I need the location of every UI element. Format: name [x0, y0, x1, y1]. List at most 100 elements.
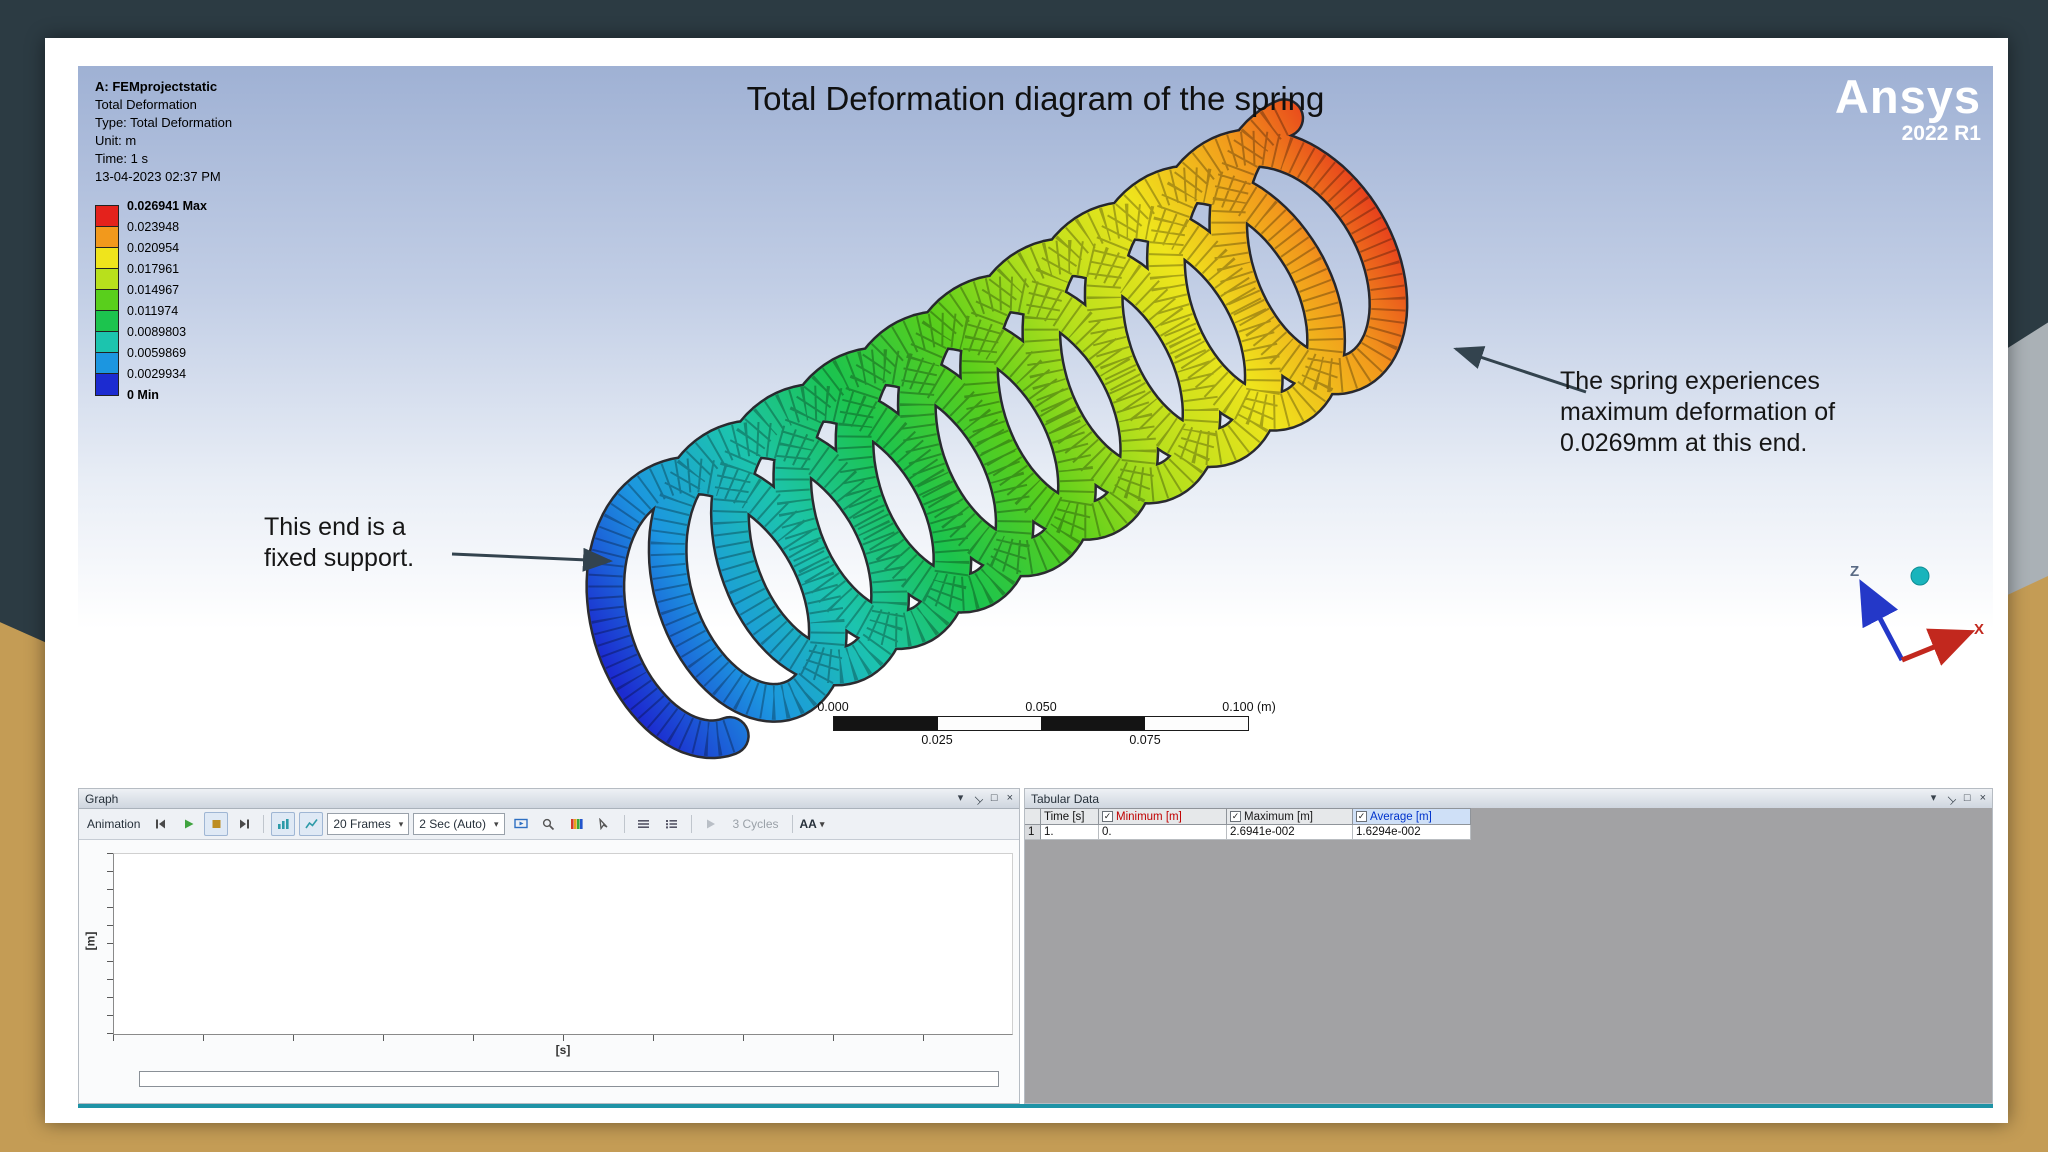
- skip-start-icon: [155, 819, 165, 829]
- analysis-name: A: FEMprojectstatic: [95, 79, 218, 94]
- slide: Total Deformation diagram of the spring …: [45, 38, 2008, 1123]
- toolbar-separator: [623, 815, 625, 833]
- close-icon[interactable]: ×: [1980, 793, 1986, 804]
- magnifier-icon: [542, 818, 555, 830]
- result-unit: Unit: m: [95, 133, 137, 148]
- stop-button[interactable]: [204, 812, 229, 836]
- table-row[interactable]: 1 1. 0. 2.6941e-002 1.6294e-002: [1025, 825, 1471, 840]
- contour-bands-button[interactable]: [565, 812, 589, 836]
- loop-button[interactable]: [699, 812, 723, 836]
- checkbox-checked-icon[interactable]: ✓: [1102, 811, 1113, 822]
- x-axis-arrow: [1901, 628, 1976, 666]
- scale-segment: [1041, 717, 1145, 730]
- index-header: [1025, 808, 1041, 825]
- animation-toolbar: Animation 20 Frames ▾ 2 Sec (Auto) ▾ 3 C…: [79, 809, 1019, 840]
- probe-icon: [599, 818, 608, 830]
- legend-band: [96, 332, 118, 353]
- bar-chart-icon: [277, 819, 289, 829]
- table-header-row: Time [s] ✓ Minimum [m] ✓ Maximum [m] ✓ A…: [1025, 808, 1471, 825]
- float-icon[interactable]: □: [991, 793, 998, 804]
- average-cell: 1.6294e-002: [1353, 825, 1471, 840]
- spring-contour-body: [587, 100, 1406, 757]
- skip-to-start-button[interactable]: [148, 812, 172, 836]
- time-cell: 1.: [1041, 825, 1099, 840]
- ansys-logo: Ansys 2022 R1: [1835, 72, 1981, 146]
- panel-menu-icon[interactable]: ▾: [1931, 793, 1937, 804]
- pin-icon[interactable]: ⊤: [1943, 791, 1958, 806]
- maximum-cell: 2.6941e-002: [1227, 825, 1353, 840]
- legend-band: [96, 227, 118, 248]
- play-button[interactable]: [176, 812, 200, 836]
- panel-menu-icon[interactable]: ▾: [958, 793, 964, 804]
- export-video-button[interactable]: [509, 812, 533, 836]
- orientation-triad[interactable]: Z X: [1810, 548, 1990, 683]
- toolbar-separator: [791, 815, 793, 833]
- legend-value: 0.020954: [127, 241, 180, 255]
- ansys-logo-text: Ansys: [1834, 70, 1981, 123]
- export-video-icon: [513, 818, 528, 829]
- line-chart-toggle[interactable]: [299, 812, 324, 836]
- ansys-release-label: 2022 R1: [1901, 122, 1981, 145]
- row-index-cell: 1: [1025, 825, 1041, 840]
- list-icon: [666, 820, 677, 829]
- duration-select[interactable]: 2 Sec (Auto) ▾: [413, 813, 505, 835]
- checkbox-checked-icon[interactable]: ✓: [1356, 811, 1367, 822]
- scale-bar-top-labels: 0.000 0.050 0.100 (m): [817, 700, 1275, 716]
- x-axis-ticks: [113, 1035, 1013, 1041]
- chart-grid-button[interactable]: [632, 812, 656, 836]
- aa-label: AA: [799, 817, 817, 831]
- scale-segment: [937, 717, 1041, 730]
- x-axis-label: [s]: [555, 1043, 571, 1057]
- result-info-block: A: FEMprojectstatic Total Deformation Ty…: [95, 78, 232, 186]
- minimum-cell: 0.: [1099, 825, 1227, 840]
- ansys-viewport[interactable]: Total Deformation diagram of the spring …: [78, 66, 1993, 788]
- float-icon[interactable]: □: [1964, 793, 1971, 804]
- result-name: Total Deformation: [95, 97, 197, 112]
- scale-bar-ruler: [833, 716, 1249, 731]
- z-axis-label: Z: [1850, 563, 1859, 580]
- scale-label: 0.075: [1129, 733, 1161, 747]
- legend-value: 0.0089803: [127, 325, 187, 339]
- scale-bar-bottom-labels: 0.025 0.075: [833, 733, 1249, 749]
- cycles-label: 3 Cycles: [732, 817, 779, 831]
- frames-select[interactable]: 20 Frames ▾: [327, 813, 410, 835]
- animation-label: Animation: [87, 817, 141, 831]
- toolbar-separator: [690, 815, 692, 833]
- pin-icon[interactable]: ⊤: [970, 791, 985, 806]
- legend-color-bar: [95, 205, 119, 396]
- fixed-support-arrow: [451, 547, 613, 572]
- graph-titlebar: Graph ▾ ⊤ □ ×: [79, 789, 1019, 809]
- chart-view-toggle[interactable]: [271, 812, 296, 836]
- maximum-header-label: Maximum [m]: [1244, 810, 1313, 823]
- legend-band: [96, 248, 118, 269]
- y-axis-sphere: [1910, 566, 1930, 586]
- chart-legend-button[interactable]: [660, 812, 684, 836]
- annotation-fixed-support: This end is a fixed support.: [264, 513, 415, 572]
- zoom-button[interactable]: [537, 812, 561, 836]
- stop-icon: [212, 820, 221, 828]
- close-icon[interactable]: ×: [1007, 793, 1013, 804]
- toolbar-separator: [263, 815, 265, 833]
- checkbox-checked-icon[interactable]: ✓: [1230, 811, 1241, 822]
- page-title: Total Deformation diagram of the spring: [746, 80, 1325, 117]
- result-type: Type: Total Deformation: [95, 115, 233, 130]
- timeline-slider[interactable]: [139, 1071, 999, 1087]
- loop-play-icon: [707, 819, 715, 829]
- legend-value-min: 0 Min: [127, 388, 159, 402]
- legend-band: [96, 374, 118, 395]
- probe-button[interactable]: [593, 812, 617, 836]
- skip-to-end-button[interactable]: [232, 812, 256, 836]
- slide-divider-line: [78, 1104, 1993, 1108]
- maximum-header: ✓ Maximum [m]: [1227, 808, 1353, 825]
- tabular-table: Time [s] ✓ Minimum [m] ✓ Maximum [m] ✓ A…: [1025, 808, 1471, 840]
- duration-value: 2 Sec (Auto): [419, 817, 486, 831]
- scale-label: 0.100 (m): [1222, 700, 1276, 714]
- legend-band: [96, 353, 118, 374]
- scale-label: 0.000: [817, 700, 849, 714]
- legend-value: 0.023948: [127, 220, 180, 234]
- font-size-control[interactable]: AA ▾: [800, 817, 825, 831]
- tabular-titlebar: Tabular Data ▾ ⊤ □ ×: [1025, 789, 1992, 809]
- rows-icon: [638, 820, 649, 828]
- legend-value: 0.017961: [127, 262, 180, 276]
- scale-bar: 0.000 0.050 0.100 (m) 0.025 0.075: [817, 700, 1275, 749]
